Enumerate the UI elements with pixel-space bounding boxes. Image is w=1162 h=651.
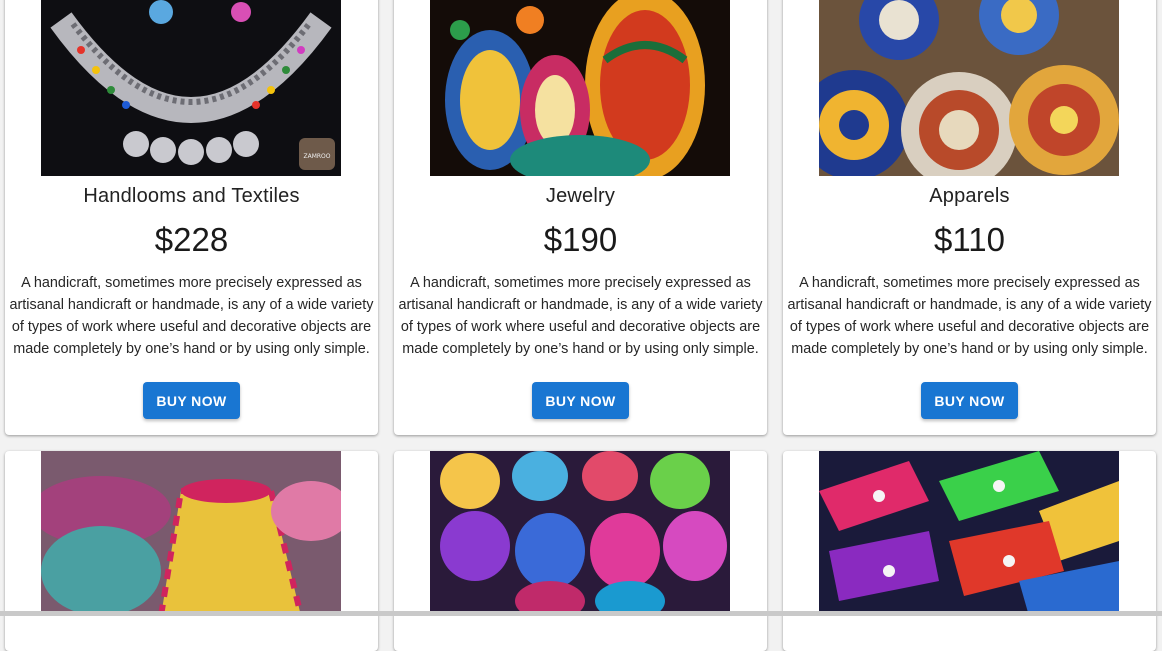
product-title: Apparels [929, 185, 1010, 207]
product-card: Apparels $110 A handicraft, sometimes mo… [783, 0, 1156, 435]
buy-now-button[interactable]: BUY NOW [143, 382, 240, 419]
horizontal-scrollbar[interactable] [0, 611, 1162, 616]
product-image[interactable]: ZAMROO [41, 0, 341, 176]
product-price: $228 [154, 221, 229, 258]
image-badge: ZAMROO [303, 153, 330, 160]
product-description: A handicraft, sometimes more precisely e… [398, 275, 763, 357]
buy-now-button[interactable]: BUY NOW [532, 382, 629, 419]
product-image[interactable] [819, 0, 1119, 176]
product-image[interactable] [41, 451, 341, 616]
product-card: ZAMROO Handlooms and Textiles $228 A han… [5, 0, 378, 435]
product-image[interactable] [819, 451, 1119, 616]
product-card [5, 451, 378, 651]
product-card [783, 451, 1156, 651]
product-title: Jewelry [545, 185, 616, 207]
product-card [394, 451, 767, 651]
buy-now-button[interactable]: BUY NOW [921, 382, 1018, 419]
product-price: $190 [543, 221, 618, 258]
product-price: $110 [934, 221, 1005, 258]
product-card: Jewelry $190 A handicraft, sometimes mor… [394, 0, 767, 435]
product-description: A handicraft, sometimes more precisely e… [787, 275, 1152, 357]
product-image[interactable] [430, 0, 730, 176]
product-image[interactable] [430, 451, 730, 616]
product-title: Handlooms and Textiles [83, 185, 300, 207]
product-description: A handicraft, sometimes more precisely e… [9, 275, 374, 357]
